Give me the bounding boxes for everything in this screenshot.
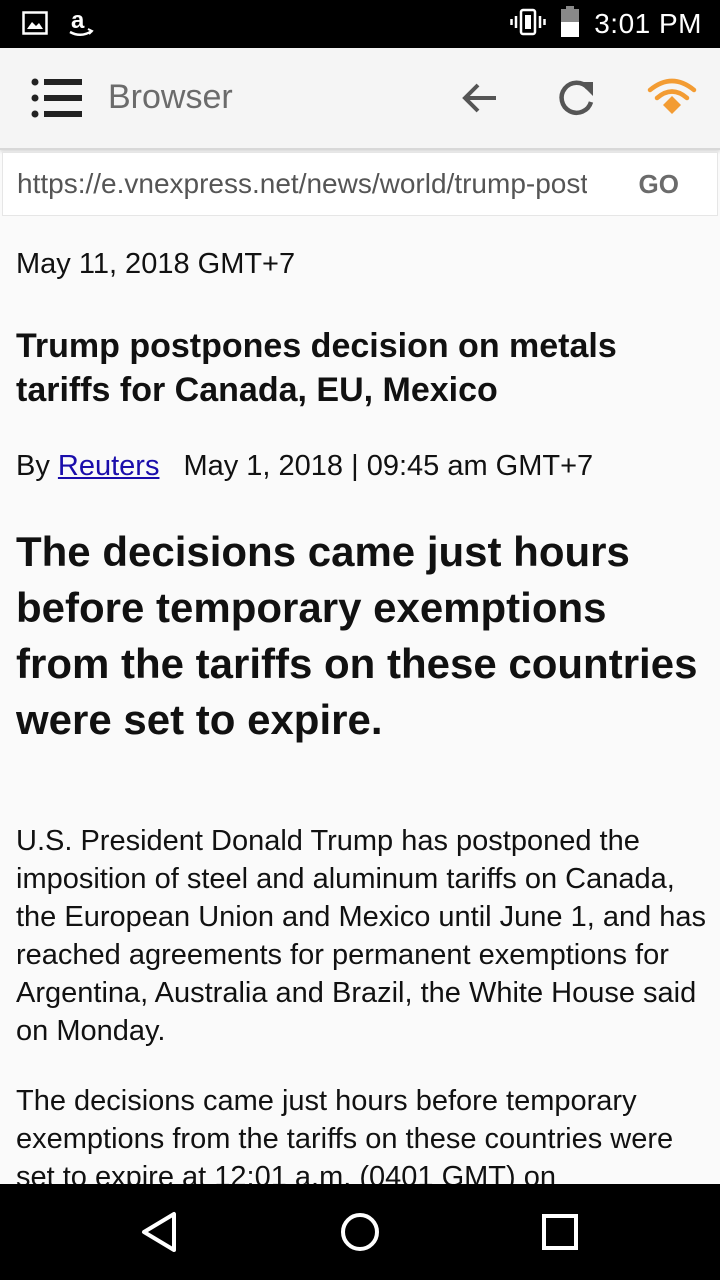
amazon-icon: a bbox=[68, 7, 94, 43]
back-button[interactable] bbox=[456, 74, 504, 122]
status-left: a bbox=[22, 7, 94, 43]
published-date: May 1, 2018 | 09:45 am GMT+7 bbox=[183, 450, 594, 482]
article-content: May 11, 2018 GMT+7 Trump postpones decis… bbox=[16, 220, 708, 1184]
url-bar: GO bbox=[2, 152, 718, 216]
reload-icon bbox=[559, 80, 594, 116]
back-triangle-icon bbox=[142, 1212, 176, 1252]
nav-home-button[interactable] bbox=[336, 1208, 384, 1256]
nav-recents-button[interactable] bbox=[536, 1208, 584, 1256]
nav-back-button[interactable] bbox=[136, 1208, 184, 1256]
image-icon bbox=[22, 11, 48, 40]
wifi-icon bbox=[647, 78, 697, 114]
byline-prefix: By bbox=[16, 450, 50, 482]
go-button[interactable]: GO bbox=[639, 169, 679, 200]
author-link[interactable]: Reuters bbox=[58, 450, 160, 482]
status-right: 3:01 PM bbox=[510, 5, 702, 43]
vibrate-icon bbox=[510, 8, 546, 41]
menu-button[interactable] bbox=[30, 76, 86, 120]
battery-icon bbox=[560, 5, 580, 43]
home-circle-icon bbox=[341, 1213, 379, 1251]
article-byline: By Reuters May 1, 2018 | 09:45 am GMT+7 bbox=[16, 450, 593, 483]
article-paragraph: The decisions came just hours before tem… bbox=[16, 1085, 674, 1184]
status-time: 3:01 PM bbox=[594, 8, 702, 39]
browser-screen: a 3:01 PM Browser https://e.vnexpress.ne… bbox=[0, 0, 720, 1280]
app-title: Browser bbox=[108, 78, 233, 116]
article-paragraph: U.S. President Donald Trump has postpone… bbox=[16, 825, 707, 1047]
url-input[interactable] bbox=[17, 163, 587, 205]
recents-square-icon bbox=[542, 1214, 578, 1250]
wifi-button[interactable] bbox=[646, 74, 698, 122]
app-bar: Browser bbox=[0, 48, 720, 150]
menu-icon bbox=[31, 78, 82, 118]
article-lead: The decisions came just hours before tem… bbox=[16, 528, 698, 743]
reload-button[interactable] bbox=[552, 74, 600, 122]
status-bar: a 3:01 PM bbox=[0, 0, 720, 48]
article-dateline: May 11, 2018 GMT+7 bbox=[16, 248, 296, 280]
article-headline: Trump postpones decision on metals tarif… bbox=[16, 327, 617, 409]
system-nav-bar bbox=[0, 1184, 720, 1280]
svg-text:a: a bbox=[71, 8, 85, 34]
back-arrow-icon bbox=[462, 83, 496, 113]
